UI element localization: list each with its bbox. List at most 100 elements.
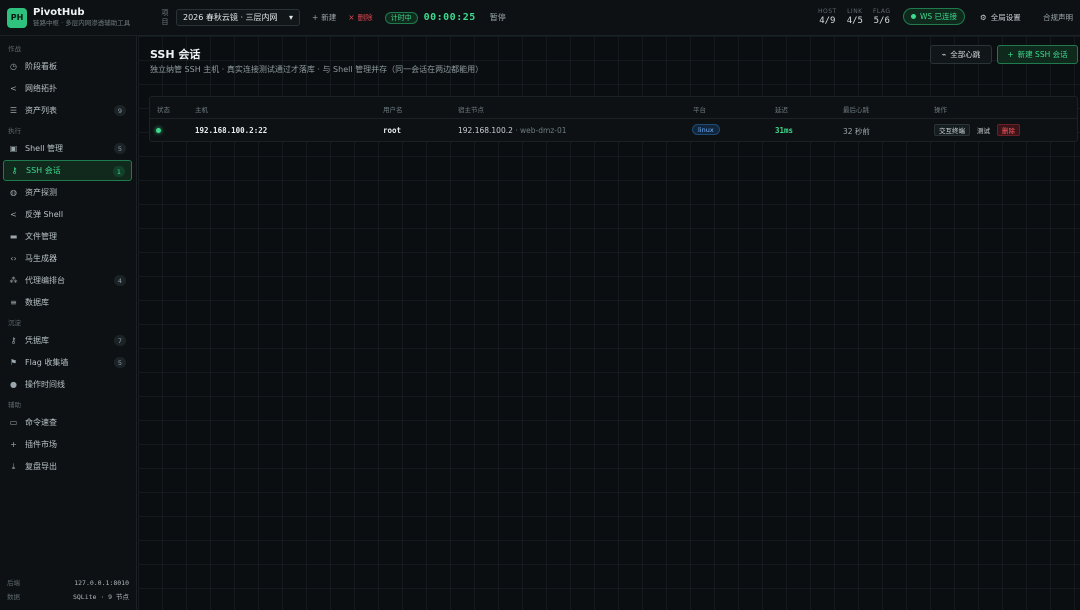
stat-host-value: 4/9: [819, 16, 836, 26]
ws-status-badge: WS 已连接: [903, 8, 965, 25]
column-header: 状态: [157, 106, 170, 114]
sidebar-item-label: 资产探测: [25, 188, 57, 197]
circle-icon: ●: [10, 380, 17, 389]
sidebar-item-reverse[interactable]: < 反弹 Shell: [3, 204, 132, 225]
page-title: SSH 会话: [150, 48, 201, 61]
sidebar-section-title: 执行: [8, 127, 21, 135]
platform-badge: linux: [692, 124, 720, 135]
sidebar-item-payload[interactable]: ‹› 马生成器: [3, 248, 132, 269]
sidebar-item-label: 资产列表: [25, 106, 57, 115]
jump-node-cell: 192.168.100.2 · web-dmz-01: [458, 126, 567, 135]
heartbeat-all-button[interactable]: ⌁ 全部心跳: [930, 45, 992, 64]
delete-button[interactable]: 删除: [997, 124, 1020, 136]
new-ssh-session-label: 新建 SSH 会话: [1017, 50, 1068, 59]
new-project-button[interactable]: + 新建: [312, 12, 336, 23]
ws-status-label: WS 已连接: [919, 12, 958, 21]
stats-group: HOST 4/9 LINK 4/5 FLAG 5/6: [818, 8, 891, 27]
share-icon: <: [10, 84, 17, 93]
plus-icon: +: [10, 440, 17, 449]
sidebar-item-probe[interactable]: ◍ 资产探测: [3, 182, 132, 203]
project-select-value: 2026 春秋云镜 · 三层内网: [183, 13, 278, 22]
sidebar-item-db[interactable]: ≡ 数据库: [3, 292, 132, 313]
timer-status-badge: 计时中: [384, 11, 418, 24]
sidebar-item-label: 文件管理: [25, 232, 57, 241]
heartbeat-all-label: 全部心跳: [950, 50, 981, 59]
timer-display: 00:00:25: [423, 12, 476, 23]
key-icon: ⚷: [10, 336, 17, 345]
sidebar-item-label: 反弹 Shell: [25, 210, 64, 219]
latency-cell: 31ms: [775, 126, 794, 135]
list-icon: ☰: [9, 106, 18, 115]
jump-node-name: web-dmz-01: [520, 126, 567, 135]
clock-icon: ◷: [10, 62, 17, 71]
online-status-icon: [156, 128, 161, 133]
sidebar-item-label: 插件市场: [25, 440, 57, 449]
pause-button[interactable]: 暂停: [490, 12, 506, 23]
host-cell: 192.168.100.2:22: [195, 126, 268, 135]
top-bar: PH PivotHub 链路中枢 · 多层内网渗透辅助工具 项目 2026 春秋…: [0, 0, 1080, 36]
table-row[interactable]: 192.168.100.2:22 root 192.168.100.2 · we…: [150, 119, 1077, 142]
new-project-label: 新建: [321, 13, 337, 22]
main-panel: SSH 会话 独立纳管 SSH 主机 · 真实连接测试通过才落库 · 与 She…: [138, 36, 1080, 610]
backend-info: 后端 127.0.0.1:8010: [7, 576, 129, 590]
sidebar-item-label: 马生成器: [25, 254, 57, 263]
column-header: 最后心跳: [843, 106, 869, 114]
new-ssh-session-button[interactable]: + 新建 SSH 会话: [997, 45, 1078, 64]
sidebar-section-title: 辅助: [8, 401, 21, 409]
sidebar-item-assets[interactable]: ☰ 资产列表 9: [3, 100, 132, 121]
jump-node-ip: 192.168.100.2: [458, 126, 513, 135]
sidebar-item-label: Flag 收集墙: [25, 358, 69, 367]
sidebar-item-cmds[interactable]: ▭ 命令速查: [3, 412, 132, 433]
database-icon: ≡: [10, 298, 17, 307]
key-icon: ⚷: [11, 166, 18, 175]
legal-link[interactable]: 合规声明: [1043, 12, 1073, 23]
sidebar-item-plugins[interactable]: + 插件市场: [3, 434, 132, 455]
sidebar-item-shell[interactable]: ▣ Shell 管理 5: [3, 138, 132, 159]
user-cell: root: [383, 126, 402, 135]
sidebar-item-label: 命令速查: [25, 418, 57, 427]
row-actions: 交互终端 测试 删除: [934, 124, 1020, 136]
sidebar-item-label: Shell 管理: [25, 144, 64, 153]
sidebar-item-creds[interactable]: ⚷ 凭据库 7: [3, 330, 132, 351]
stat-host-key: HOST: [818, 8, 837, 15]
sidebar-item-flags[interactable]: ⚑ Flag 收集墙 5: [3, 352, 132, 373]
sidebar-item-label: 操作时间线: [25, 380, 65, 389]
sidebar-item-ssh[interactable]: ⚷ SSH 会话 1: [3, 160, 132, 181]
column-header: 平台: [693, 106, 706, 114]
delete-project-button[interactable]: × 删除: [348, 12, 372, 23]
column-header: 主机: [195, 106, 208, 114]
sidebar-item-export[interactable]: ⤓ 复盘导出: [3, 456, 132, 477]
backend-value: 127.0.0.1:8010: [74, 579, 129, 587]
count-badge: 4: [114, 275, 126, 286]
sidebar-item-label: 数据库: [25, 298, 49, 307]
plus-icon: +: [312, 13, 319, 22]
jump-node-separator: ·: [512, 126, 521, 135]
sidebar-item-files[interactable]: ▬ 文件管理: [3, 226, 132, 247]
sidebar-item-label: 复盘导出: [25, 462, 57, 471]
test-button[interactable]: 测试: [972, 124, 995, 136]
stat-link: LINK 4/5: [847, 8, 863, 27]
settings-label: 全局设置: [990, 13, 1021, 22]
project-select[interactable]: 2026 春秋云镜 · 三层内网 ▾: [176, 9, 300, 26]
stat-link-value: 4/5: [846, 16, 863, 26]
data-key: 数据: [7, 593, 20, 601]
sidebar-item-phase[interactable]: ◷ 阶段看板: [3, 56, 132, 77]
last-heartbeat-cell: 32 秒前: [843, 127, 870, 136]
stat-host: HOST 4/9: [818, 8, 837, 27]
sidebar-item-topology[interactable]: < 网络拓扑: [3, 78, 132, 99]
pulse-icon: ⌁: [941, 50, 947, 59]
terminal-button[interactable]: 交互终端: [934, 124, 970, 136]
sidebar: 作战 ◷ 阶段看板 < 网络拓扑 ☰ 资产列表 9 执行 ▣ Shell 管理 …: [0, 36, 137, 610]
project-label: 项目: [161, 8, 169, 26]
monitor-icon: ▭: [9, 418, 18, 427]
share-icon: <: [10, 210, 17, 219]
flag-icon: ⚑: [9, 358, 18, 367]
column-header: 用户名: [383, 106, 403, 114]
brand: PH PivotHub 链路中枢 · 多层内网渗透辅助工具: [0, 7, 148, 28]
sidebar-item-proxy[interactable]: ⁂ 代理编排台 4: [3, 270, 132, 291]
app-name: PivotHub: [33, 7, 85, 18]
data-value: SQLite · 9 节点: [72, 593, 129, 601]
settings-button[interactable]: ⚙ 全局设置: [980, 12, 1021, 23]
status-dot-icon: [910, 14, 916, 19]
sidebar-item-timeline[interactable]: ● 操作时间线: [3, 374, 132, 395]
